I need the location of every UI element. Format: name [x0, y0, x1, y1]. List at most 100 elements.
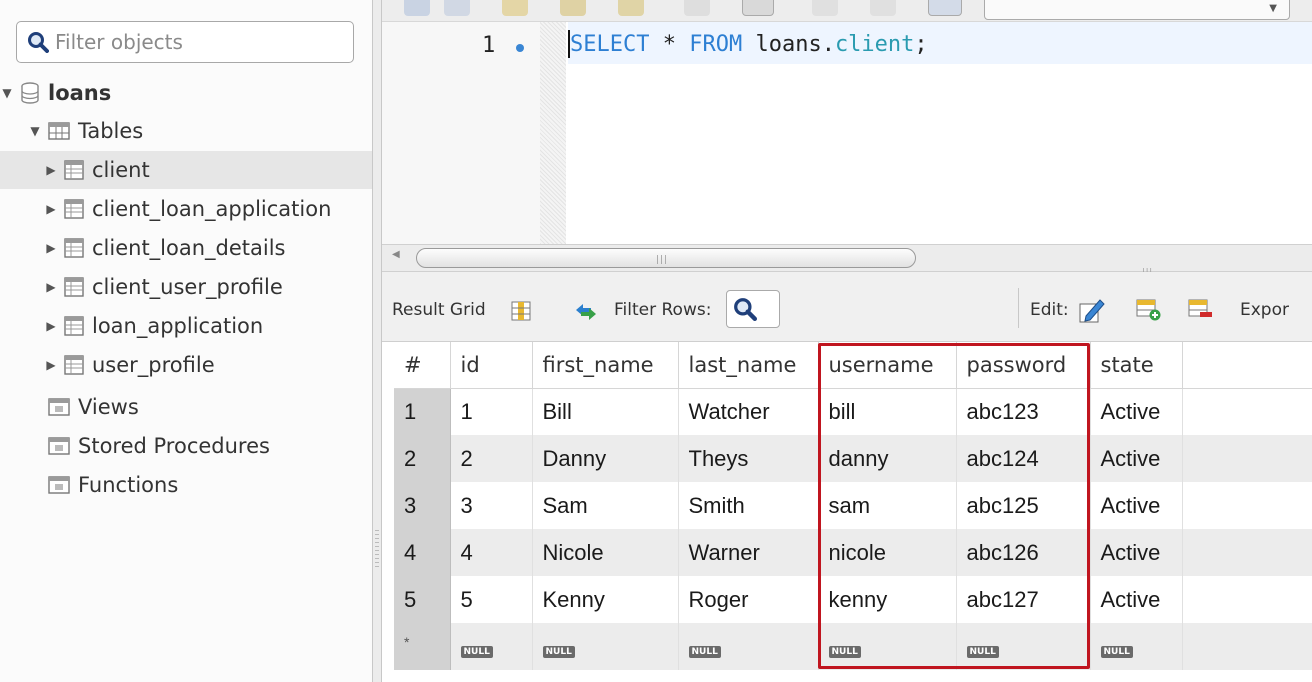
- null-cell[interactable]: NULL: [678, 623, 819, 671]
- cell-password[interactable]: abc125: [956, 482, 1091, 529]
- cell-last-name[interactable]: Theys: [678, 435, 819, 482]
- toolbar-button-icon[interactable]: [870, 0, 896, 16]
- cell-username[interactable]: bill: [818, 388, 957, 435]
- table-node-client[interactable]: ▶ client: [0, 151, 372, 189]
- column-header-row-number[interactable]: #: [394, 342, 451, 389]
- toolbar-button-icon[interactable]: [444, 0, 470, 16]
- row-number-cell[interactable]: 4: [394, 529, 451, 576]
- cell-last-name[interactable]: Watcher: [678, 388, 819, 435]
- row-number-cell[interactable]: 1: [394, 388, 451, 435]
- expand-arrow-icon[interactable]: ▶: [44, 319, 58, 333]
- cell-id[interactable]: 4: [450, 529, 533, 576]
- cell-username[interactable]: danny: [818, 435, 957, 482]
- filter-rows-input[interactable]: [726, 290, 780, 328]
- cell-username[interactable]: nicole: [818, 529, 957, 576]
- expand-arrow-icon[interactable]: ▶: [44, 163, 58, 177]
- toolbar-button-icon[interactable]: [684, 0, 710, 16]
- tables-folder[interactable]: ▼ Tables: [0, 112, 372, 150]
- cell-state[interactable]: Active: [1090, 435, 1183, 482]
- table-row[interactable]: 1 1 Bill Watcher bill abc123 Active: [394, 388, 1312, 435]
- toolbar-button-icon[interactable]: [928, 0, 962, 16]
- cell-state[interactable]: Active: [1090, 388, 1183, 435]
- new-row[interactable]: * NULL NULL NULL NULL NULL NULL: [394, 623, 1312, 671]
- schema-node-loans[interactable]: ▼ loans: [0, 74, 372, 112]
- functions-folder[interactable]: Functions: [0, 466, 372, 504]
- views-folder[interactable]: Views: [0, 388, 372, 426]
- cell-username[interactable]: sam: [818, 482, 957, 529]
- cell-first-name[interactable]: Nicole: [532, 529, 679, 576]
- column-header-last-name[interactable]: last_name: [678, 342, 819, 389]
- cell-last-name[interactable]: Warner: [678, 529, 819, 576]
- editor-horizontal-scrollbar[interactable]: ◀ ||| |||: [382, 244, 1312, 276]
- filter-objects-box[interactable]: [16, 21, 354, 63]
- null-cell[interactable]: NULL: [1090, 623, 1183, 671]
- cell-first-name[interactable]: Sam: [532, 482, 679, 529]
- expand-arrow-icon[interactable]: ▼: [0, 86, 14, 100]
- export-label[interactable]: Expor: [1240, 300, 1289, 320]
- table-node-client-loan-application[interactable]: ▶ client_loan_application: [0, 190, 372, 228]
- table-row[interactable]: 5 5 Kenny Roger kenny abc127 Active: [394, 576, 1312, 623]
- cell-password[interactable]: abc123: [956, 388, 1091, 435]
- expand-arrow-icon[interactable]: ▶: [44, 358, 58, 372]
- cell-id[interactable]: 3: [450, 482, 533, 529]
- table-row[interactable]: 3 3 Sam Smith sam abc125 Active: [394, 482, 1312, 529]
- expand-arrow-icon[interactable]: ▶: [44, 202, 58, 216]
- cell-username[interactable]: kenny: [818, 576, 957, 623]
- toolbar-button-icon[interactable]: [812, 0, 838, 16]
- column-header-state[interactable]: state: [1090, 342, 1183, 389]
- expand-arrow-icon[interactable]: ▶: [44, 280, 58, 294]
- stored-procedures-folder[interactable]: Stored Procedures: [0, 427, 372, 465]
- null-cell[interactable]: NULL: [818, 623, 957, 671]
- result-grid-icon[interactable]: [510, 300, 532, 322]
- cell-first-name[interactable]: Danny: [532, 435, 679, 482]
- expand-arrow-icon[interactable]: ▼: [28, 124, 42, 138]
- cell-last-name[interactable]: Smith: [678, 482, 819, 529]
- expand-arrow-icon[interactable]: ▶: [44, 241, 58, 255]
- toolbar-button-icon[interactable]: [404, 0, 430, 16]
- cell-password[interactable]: abc126: [956, 529, 1091, 576]
- null-cell[interactable]: NULL: [956, 623, 1091, 671]
- cell-id[interactable]: 1: [450, 388, 533, 435]
- cell-id[interactable]: 2: [450, 435, 533, 482]
- row-number-cell[interactable]: 2: [394, 435, 451, 482]
- table-row[interactable]: 4 4 Nicole Warner nicole abc126 Active: [394, 529, 1312, 576]
- column-header-id[interactable]: id: [450, 342, 533, 389]
- sql-editor[interactable]: 1 SELECT * FROM loans.client;: [382, 22, 1312, 244]
- cell-id[interactable]: 5: [450, 576, 533, 623]
- column-header-password[interactable]: password: [956, 342, 1091, 389]
- filter-objects-input[interactable]: [53, 29, 333, 55]
- cell-first-name[interactable]: Kenny: [532, 576, 679, 623]
- panel-splitter[interactable]: [372, 0, 382, 682]
- table-node-loan-application[interactable]: ▶ loan_application: [0, 307, 372, 345]
- toolbar-button-icon[interactable]: [618, 0, 644, 16]
- table-node-client-user-profile[interactable]: ▶ client_user_profile: [0, 268, 372, 306]
- sql-code-line[interactable]: SELECT * FROM loans.client;: [570, 32, 928, 57]
- toolbar-button-icon[interactable]: [502, 0, 528, 16]
- cell-state[interactable]: Active: [1090, 576, 1183, 623]
- table-node-client-loan-details[interactable]: ▶ client_loan_details: [0, 229, 372, 267]
- toolbar-button-icon[interactable]: [560, 0, 586, 16]
- cell-state[interactable]: Active: [1090, 482, 1183, 529]
- refresh-arrows-icon[interactable]: [574, 302, 598, 322]
- filler-cell: [1182, 435, 1312, 482]
- scroll-left-icon[interactable]: ◀: [392, 249, 400, 260]
- toolbar-button-icon[interactable]: [742, 0, 774, 16]
- add-row-icon[interactable]: [1136, 298, 1162, 322]
- delete-row-icon[interactable]: [1188, 298, 1214, 322]
- edit-pencil-icon[interactable]: [1078, 296, 1106, 324]
- cell-first-name[interactable]: Bill: [532, 388, 679, 435]
- cell-state[interactable]: Active: [1090, 529, 1183, 576]
- cell-password[interactable]: abc124: [956, 435, 1091, 482]
- row-number-cell[interactable]: 3: [394, 482, 451, 529]
- table-node-user-profile[interactable]: ▶ user_profile: [0, 346, 372, 384]
- null-cell[interactable]: NULL: [532, 623, 679, 671]
- column-header-first-name[interactable]: first_name: [532, 342, 679, 389]
- cell-password[interactable]: abc127: [956, 576, 1091, 623]
- limit-rows-dropdown[interactable]: ▼: [984, 0, 1290, 20]
- table-row[interactable]: 2 2 Danny Theys danny abc124 Active: [394, 435, 1312, 482]
- result-grid-label[interactable]: Result Grid: [392, 300, 486, 320]
- column-header-username[interactable]: username: [818, 342, 957, 389]
- cell-last-name[interactable]: Roger: [678, 576, 819, 623]
- null-cell[interactable]: NULL: [450, 623, 533, 671]
- row-number-cell[interactable]: 5: [394, 576, 451, 623]
